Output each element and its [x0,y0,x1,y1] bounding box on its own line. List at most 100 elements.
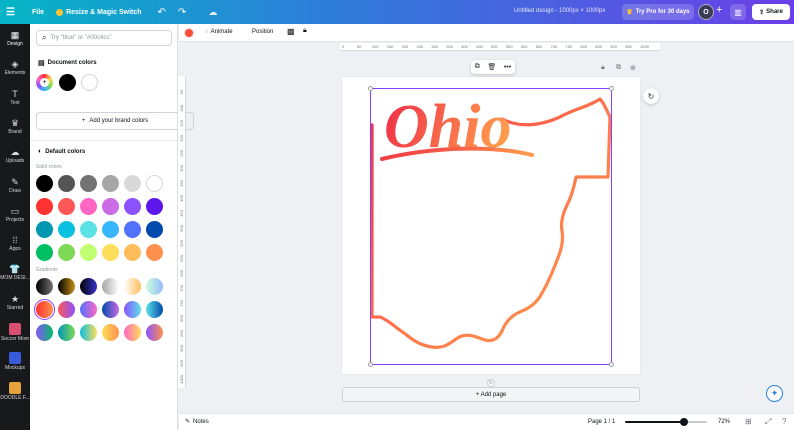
transparency-icon[interactable]: ▩ [287,27,295,36]
cloud-save-icon[interactable]: ☁ [208,7,217,18]
rail-item-draw[interactable]: ✎ Draw [0,177,30,194]
gradient-swatch[interactable] [146,301,163,318]
rail-item-mockups[interactable]: Mockups [0,352,30,371]
rotate-icon[interactable]: ↻ [487,379,495,387]
color-search-input[interactable]: ⌕ Try "blue" or "#00c4cc" [36,30,172,46]
file-menu[interactable]: File [32,9,44,16]
color-swatch[interactable] [146,175,163,192]
rail-item-brand[interactable]: ♛ Brand [0,118,30,135]
copy-icon[interactable]: ⧉ [475,63,480,71]
gradient-swatch[interactable] [36,324,53,341]
fill-color-button[interactable] [184,28,194,38]
rail-item-elements[interactable]: ◈ Elements [0,59,30,76]
gradient-swatch[interactable] [58,324,75,341]
rail-item-projects[interactable]: ▭ Projects [0,206,30,223]
redo-icon[interactable]: ↷ [178,7,186,18]
gradient-swatch[interactable] [124,278,141,295]
color-swatch[interactable] [36,244,53,261]
color-swatch[interactable] [58,198,75,215]
color-swatch[interactable] [36,221,53,238]
color-swatch[interactable] [81,74,98,91]
color-swatch[interactable] [124,175,141,192]
color-swatch[interactable] [102,198,119,215]
resize-magic-switch-button[interactable]: Resize & Magic Switch [56,8,142,16]
gradient-swatch[interactable] [102,324,119,341]
undo-icon[interactable]: ↶ [158,7,166,18]
gradient-swatch[interactable] [58,301,75,318]
zoom-slider-knob[interactable] [680,418,689,426]
color-swatch[interactable] [124,198,141,215]
help-icon[interactable]: ? [782,417,786,426]
color-swatch[interactable] [36,175,53,192]
add-page-icon[interactable]: ⊕ [630,64,636,72]
color-swatch[interactable] [58,244,75,261]
gradient-swatch[interactable] [146,324,163,341]
gradient-swatch[interactable] [146,278,163,295]
menu-icon[interactable]: ☰ [6,7,26,18]
rail-item-uploads[interactable]: ☁ Uploads [0,147,30,164]
color-swatch[interactable] [59,74,76,91]
rail-item-apps[interactable]: ⁞⁞ Apps [0,235,30,252]
share-button[interactable]: ⇪ Share [752,4,790,20]
insights-icon[interactable]: ▥ [730,4,746,20]
color-swatch[interactable] [80,244,97,261]
trash-icon[interactable]: 🗑︎ [487,63,496,71]
invite-plus-icon[interactable]: + [716,4,722,16]
zoom-slider[interactable] [625,418,707,426]
color-swatch[interactable] [58,221,75,238]
notes-button[interactable]: ✎ Notes [185,418,209,426]
avatar[interactable]: O [698,4,714,20]
animate-button[interactable]: ◌ Animate [205,29,233,35]
gradient-swatch[interactable] [80,324,97,341]
color-swatch[interactable] [146,198,163,215]
rail-item-text[interactable]: T Text [0,89,30,106]
add-color-button[interactable]: + [36,74,53,91]
gradient-swatch[interactable] [102,278,119,295]
more-icon[interactable]: ••• [504,64,511,71]
gradient-swatch[interactable] [102,301,119,318]
color-swatch[interactable] [146,244,163,261]
refresh-icon[interactable]: ↻ [643,88,659,104]
lock-page-icon[interactable]: 🔒︎ [601,64,605,72]
color-swatch[interactable] [102,244,119,261]
duplicate-page-icon[interactable]: ⧉ [616,64,621,72]
magic-assistant-icon[interactable]: ✦ [766,385,783,402]
position-button[interactable]: Position [252,29,273,35]
page-indicator[interactable]: Page 1 / 1 [588,419,615,425]
color-swatch[interactable] [80,221,97,238]
design-title[interactable]: Untitled design - 1000px × 1000px [514,8,605,14]
gradient-swatch[interactable] [80,278,97,295]
color-swatch[interactable] [102,175,119,192]
lock-icon[interactable]: 🔒︎ [303,27,307,35]
color-swatch[interactable] [58,175,75,192]
rail-item-doodle-f[interactable]: DOODLE F... [0,381,30,401]
fullscreen-icon[interactable]: ⤢ [765,417,771,427]
selection-box[interactable] [368,86,614,367]
gradient-swatch[interactable] [80,301,97,318]
gradient-swatch[interactable] [124,301,141,318]
add-page-button[interactable]: + Add page [342,387,640,402]
color-swatch[interactable] [80,175,97,192]
color-swatch[interactable] [36,198,53,215]
resize-handle[interactable] [609,362,614,367]
color-swatch[interactable] [102,221,119,238]
color-swatch[interactable] [124,221,141,238]
rail-item-mom-desi[interactable]: 👕 MOM DESI... [0,264,30,281]
try-pro-button[interactable]: ♛ Try Pro for 30 days [622,4,694,20]
zoom-level[interactable]: 72% [718,419,730,425]
add-brand-colors-button[interactable]: + Add your brand colors [36,112,194,130]
resize-handle[interactable] [368,362,373,367]
grid-view-icon[interactable]: ⊞ [745,417,752,426]
rail-item-design[interactable]: ▦ Design [0,30,30,47]
gradient-swatch[interactable] [58,278,75,295]
rail-item-soccer-mom[interactable]: Soccer Mom [0,323,30,342]
color-swatch[interactable] [80,198,97,215]
gradient-swatch[interactable] [36,278,53,295]
color-swatch[interactable] [124,244,141,261]
color-swatch[interactable] [146,221,163,238]
gradient-swatch[interactable] [124,324,141,341]
resize-handle[interactable] [368,86,373,91]
ruler-tick-label: 1000 [640,44,649,49]
rail-item-starred[interactable]: ★ Starred [0,294,30,311]
resize-handle[interactable] [609,86,614,91]
